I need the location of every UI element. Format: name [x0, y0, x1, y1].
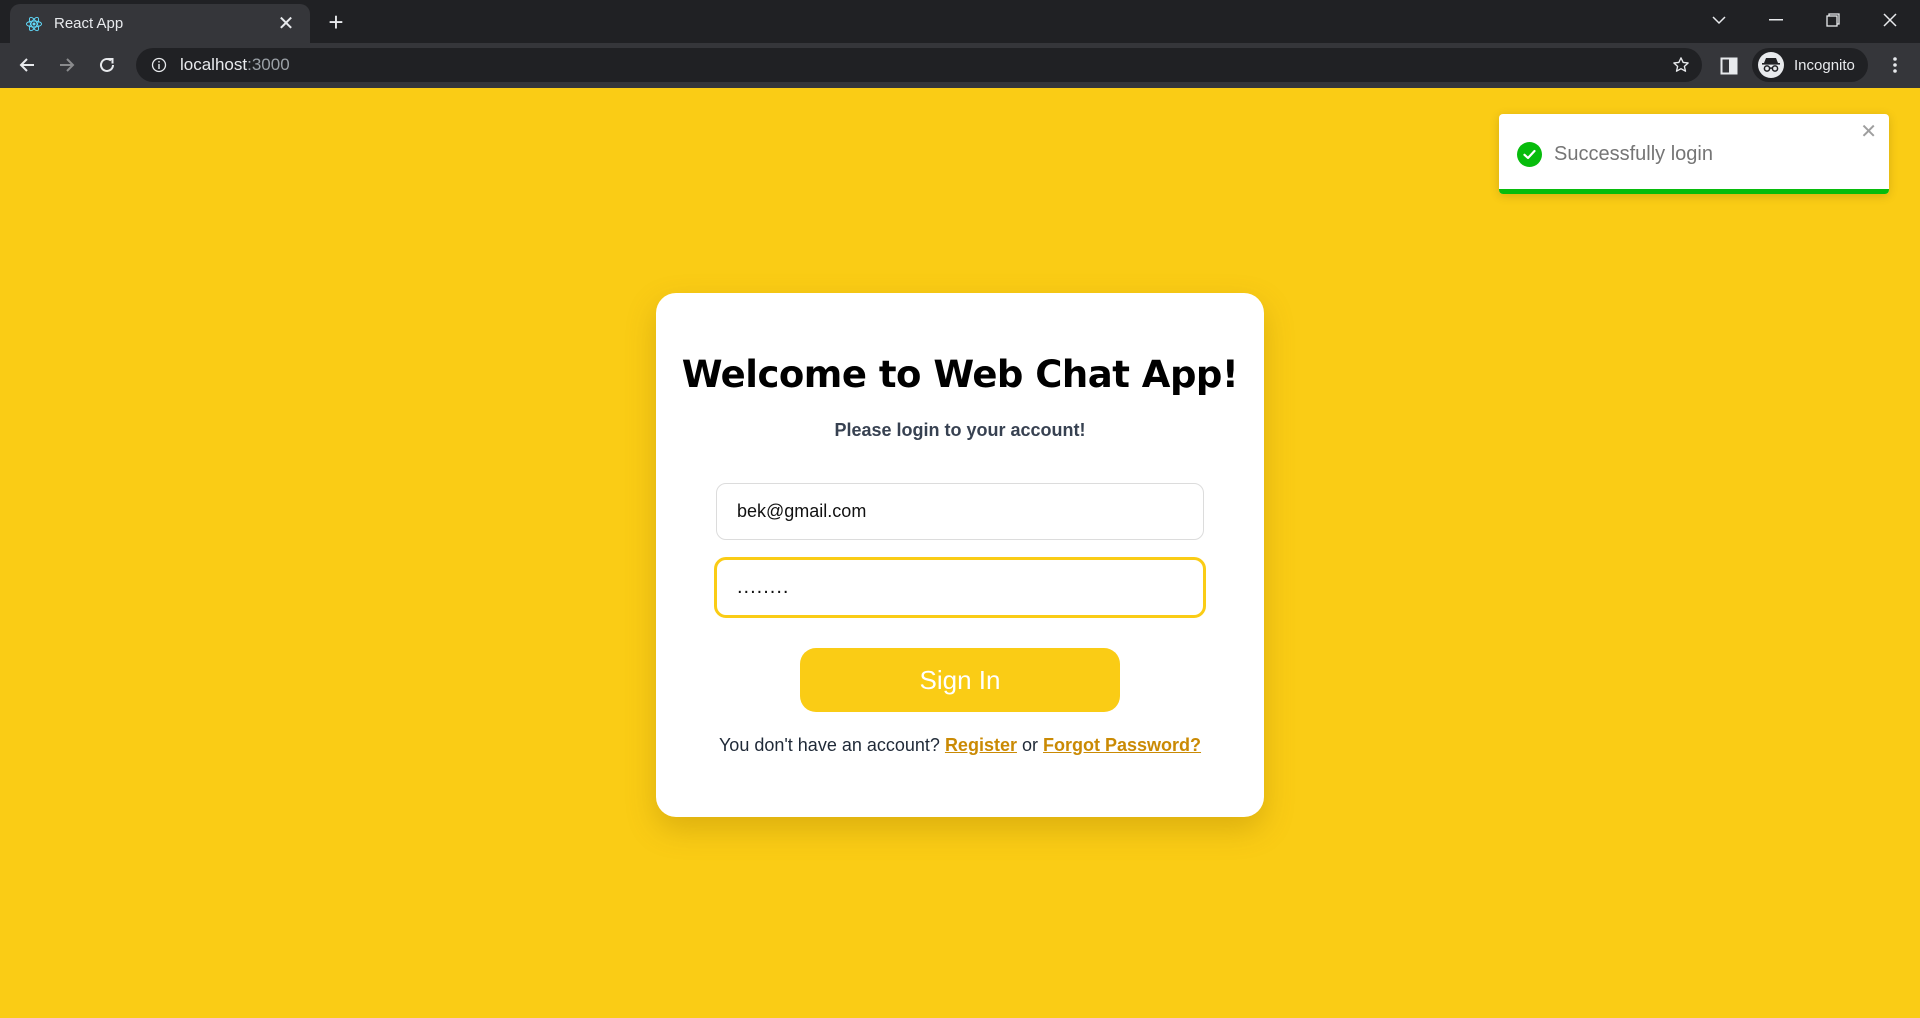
back-arrow-icon[interactable] — [12, 50, 42, 80]
minimize-icon[interactable] — [1756, 4, 1796, 36]
bookmark-star-icon[interactable] — [1670, 54, 1692, 76]
login-card: Welcome to Web Chat App! Please login to… — [656, 293, 1264, 817]
side-panel-icon[interactable] — [1716, 53, 1742, 79]
account-prompt: You don't have an account? Register or F… — [656, 735, 1264, 756]
forgot-password-link[interactable]: Forgot Password? — [1043, 735, 1201, 755]
forward-arrow-icon[interactable] — [52, 50, 82, 80]
tab-strip: React App ✕ + — [0, 0, 1920, 43]
new-tab-plus-icon[interactable]: + — [322, 8, 350, 36]
profile-label: Incognito — [1794, 56, 1855, 74]
check-circle-icon — [1517, 142, 1542, 167]
restore-icon[interactable] — [1813, 4, 1853, 36]
toast-progress-bar — [1499, 189, 1889, 194]
or-text: or — [1021, 735, 1038, 755]
tab-search-chevron-icon[interactable] — [1699, 4, 1739, 36]
browser-menu-icon[interactable] — [1882, 52, 1908, 78]
close-window-icon[interactable] — [1870, 4, 1910, 36]
success-toast[interactable]: Successfully login ✕ — [1499, 114, 1889, 194]
toast-message: Successfully login — [1554, 143, 1713, 165]
url-host: localhost — [180, 55, 248, 74]
browser-chrome: React App ✕ + localhost:3000 Incognito — [0, 0, 1920, 88]
url-port: :3000 — [247, 55, 290, 74]
email-field[interactable] — [716, 483, 1204, 540]
reload-icon[interactable] — [92, 50, 122, 80]
register-link[interactable]: Register — [945, 735, 1017, 755]
login-subtitle: Please login to your account! — [834, 420, 1086, 440]
address-bar[interactable]: localhost:3000 — [136, 48, 1702, 82]
page-title: Welcome to Web Chat App! — [681, 353, 1239, 396]
incognito-profile-button[interactable]: Incognito — [1752, 48, 1868, 82]
toast-close-icon[interactable]: ✕ — [1860, 122, 1877, 142]
incognito-icon — [1758, 52, 1784, 78]
tab-close-icon[interactable]: ✕ — [276, 14, 296, 34]
site-info-icon[interactable] — [150, 56, 168, 74]
account-prompt-text: You don't have an account? — [718, 735, 940, 755]
password-field[interactable] — [714, 557, 1206, 618]
browser-toolbar: localhost:3000 Incognito — [0, 43, 1920, 88]
browser-tab[interactable]: React App ✕ — [10, 4, 310, 43]
tab-title: React App — [54, 15, 124, 32]
sign-in-button[interactable]: Sign In — [800, 648, 1120, 712]
react-logo-icon — [24, 14, 44, 34]
